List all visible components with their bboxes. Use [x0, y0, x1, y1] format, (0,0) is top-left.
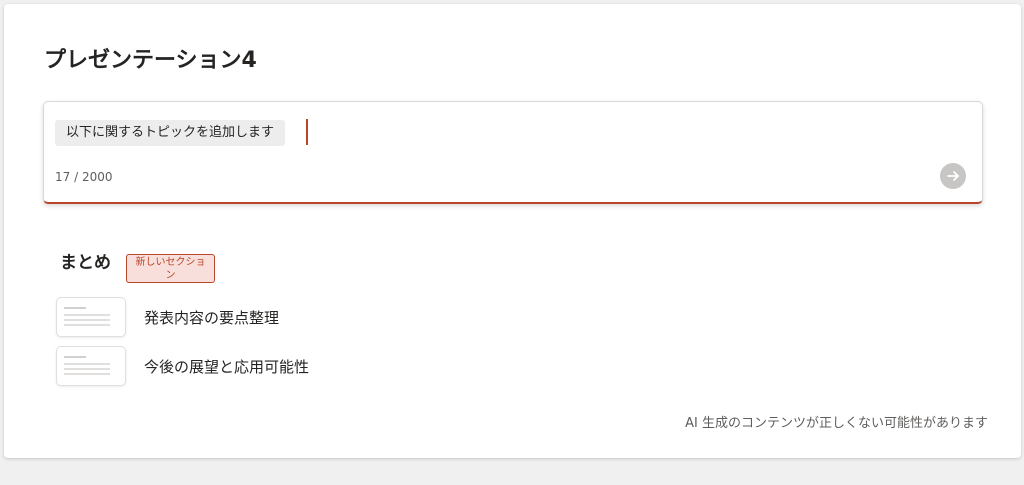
prompt-prefix-chip: 以下に関するトピックを追加します [55, 120, 286, 146]
topic-label: 発表内容の要点整理 [144, 309, 280, 327]
arrow-right-icon [947, 171, 959, 181]
topic-item[interactable]: 発表内容の要点整理 [56, 297, 456, 337]
page-title: プレゼンテーション4 [44, 48, 257, 73]
topic-item[interactable]: 今後の展望と応用可能性 [56, 346, 456, 386]
topic-panel: プレゼンテーション4 以下に関するトピックを追加します 17 / 2000 まと… [4, 4, 1021, 458]
section-heading: まとめ [60, 253, 111, 273]
new-section-badge: 新しいセクション [126, 254, 215, 283]
ai-disclaimer: AI 生成のコンテンツが正しくない可能性があります [685, 416, 988, 431]
slide-thumbnail-icon [56, 346, 126, 386]
topic-label: 今後の展望と応用可能性 [144, 358, 310, 376]
topic-prompt-input[interactable]: 以下に関するトピックを追加します 17 / 2000 [43, 101, 983, 204]
text-caret [306, 119, 308, 145]
character-counter: 17 / 2000 [55, 170, 113, 184]
send-button[interactable] [940, 163, 966, 189]
slide-thumbnail-icon [56, 297, 126, 337]
